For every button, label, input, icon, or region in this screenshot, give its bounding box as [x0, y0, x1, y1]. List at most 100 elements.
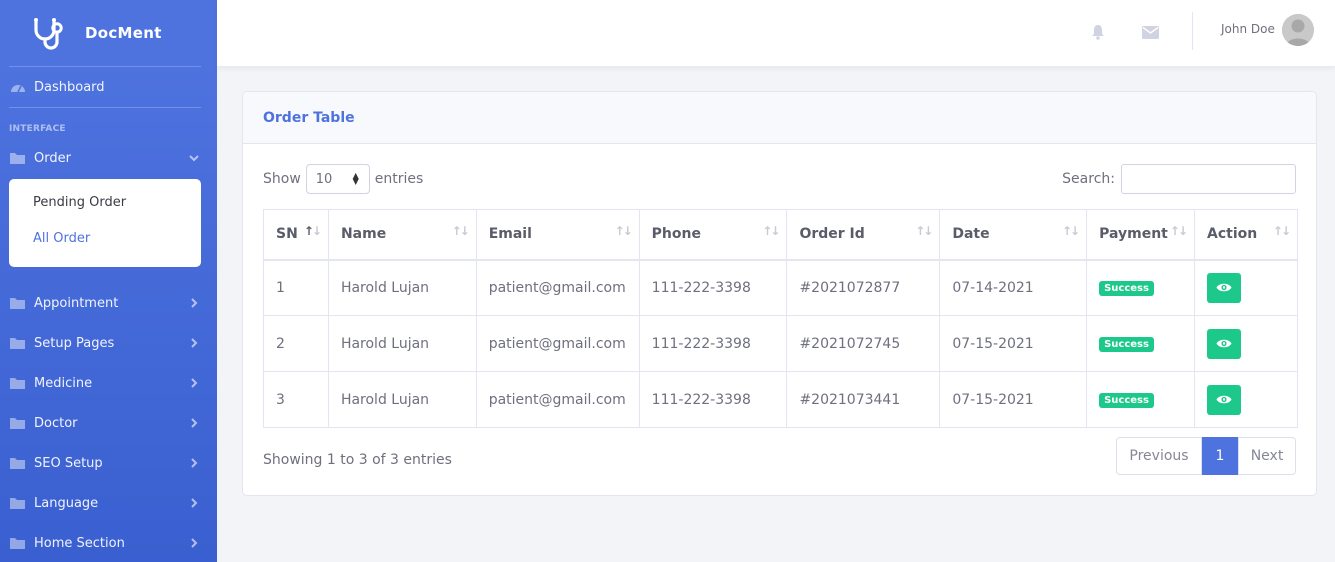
view-button[interactable] — [1207, 272, 1242, 303]
column-label: Phone — [651, 226, 701, 243]
orders-table: SN ↑↓ Name ↑↓ Email ↑↓ Phone ↑↓ Order Id ↑↓ D… — [263, 209, 1298, 428]
entries-label: entries — [374, 171, 424, 187]
cell-action — [1194, 315, 1298, 372]
sidebar-item-doctor[interactable]: Doctor — [0, 403, 217, 443]
chevron-right-icon — [191, 498, 198, 508]
sort-icon: ↑↓ — [614, 224, 633, 238]
sidebar-item-dashboard[interactable]: Dashboard — [0, 67, 217, 107]
column-label: Date — [952, 226, 990, 243]
folder-icon — [10, 297, 26, 309]
user-name[interactable]: John Doe — [1221, 22, 1275, 36]
cell-name: Harold Lujan — [327, 315, 477, 372]
folder-icon — [10, 537, 26, 549]
submenu-item-all-order[interactable]: All Order — [9, 223, 201, 259]
brand-name: DocMent — [85, 24, 162, 42]
column-header-date[interactable]: Date ↑↓ — [939, 209, 1088, 261]
sidebar-item-home-section[interactable]: Home Section — [0, 523, 217, 562]
sidebar-item-appointment[interactable]: Appointment — [0, 283, 217, 323]
cell-sn: 1 — [263, 259, 329, 316]
cell-date: 07-14-2021 — [939, 259, 1088, 316]
column-header-action[interactable]: Action ↑↓ — [1194, 209, 1298, 261]
select-caret-icon: ▲ ▼ — [352, 171, 359, 186]
sidebar-item-label: Doctor — [34, 415, 78, 431]
pagination: Previous 1 Next — [1116, 437, 1296, 475]
sidebar-item-label: Language — [34, 495, 99, 511]
column-header-name[interactable]: Name ↑↓ — [327, 209, 477, 261]
envelope-icon[interactable] — [1140, 22, 1160, 42]
folder-icon — [10, 497, 26, 509]
order-submenu: Pending Order All Order — [9, 179, 201, 267]
sidebar-item-medicine[interactable]: Medicine — [0, 363, 217, 403]
folder-icon — [10, 337, 26, 349]
page-button-1[interactable]: 1 — [1202, 437, 1238, 475]
column-header-phone[interactable]: Phone ↑↓ — [638, 209, 788, 261]
column-label: Payment — [1099, 226, 1168, 243]
folder-icon — [10, 152, 26, 164]
cell-phone: 111-222-3398 — [638, 259, 788, 316]
next-button[interactable]: Next — [1238, 437, 1296, 475]
folder-icon — [10, 457, 26, 469]
column-header-email[interactable]: Email ↑↓ — [475, 209, 640, 261]
column-label: Email — [488, 226, 532, 243]
chevron-right-icon — [191, 418, 198, 428]
submenu-item-pending-order[interactable]: Pending Order — [9, 187, 201, 223]
sort-icon: ↑↓ — [762, 224, 780, 238]
sort-icon: ↑↓ — [1169, 224, 1188, 238]
eye-icon — [1216, 395, 1232, 404]
column-header-order-id[interactable]: Order Id ↑↓ — [786, 209, 941, 261]
sidebar-item-language[interactable]: Language — [0, 483, 217, 523]
view-button[interactable] — [1207, 328, 1242, 359]
status-badge: Success — [1099, 337, 1154, 352]
cell-payment: Success — [1086, 315, 1196, 372]
bell-icon[interactable] — [1088, 22, 1108, 42]
sidebar: DocMent Dashboard INTERFACE Order Pendin… — [0, 0, 217, 562]
table-info: Showing 1 to 3 of 3 entries — [263, 452, 452, 468]
cell-order-id: #2021073441 — [786, 371, 941, 428]
chevron-right-icon — [191, 458, 198, 468]
cell-order-id: #2021072745 — [786, 315, 941, 372]
cell-email: patient@gmail.com — [475, 259, 640, 316]
column-header-sn[interactable]: SN ↑↓ — [263, 209, 329, 261]
column-header-payment[interactable]: Payment ↑↓ — [1086, 209, 1196, 261]
sidebar-item-setup-pages[interactable]: Setup Pages — [0, 323, 217, 363]
column-label: Order Id — [799, 226, 865, 243]
sidebar-heading: INTERFACE — [9, 124, 66, 134]
search-input[interactable] — [1121, 164, 1296, 194]
cell-phone: 111-222-3398 — [638, 371, 788, 428]
sidebar-item-label: Home Section — [34, 535, 125, 551]
chevron-right-icon — [191, 538, 198, 548]
cell-phone: 111-222-3398 — [638, 315, 788, 372]
eye-icon — [1216, 339, 1232, 348]
search-label: Search: — [1062, 171, 1115, 187]
topbar-divider — [1192, 12, 1193, 50]
sidebar-item-label: SEO Setup — [34, 455, 103, 471]
table-header-row: SN ↑↓ Name ↑↓ Email ↑↓ Phone ↑↓ Order Id ↑↓ D… — [263, 209, 1298, 261]
sidebar-item-label: Order — [34, 150, 71, 166]
sort-icon: ↑↓ — [915, 224, 933, 238]
entries-select[interactable]: 10 ▲ ▼ — [305, 164, 370, 194]
status-badge: Success — [1099, 393, 1154, 408]
cell-date: 07-15-2021 — [939, 315, 1088, 372]
entries-length-control: Show 10 ▲ ▼ entries — [263, 164, 423, 194]
stethoscope-logo-icon — [34, 18, 63, 50]
folder-icon — [10, 417, 26, 429]
view-button[interactable] — [1207, 384, 1242, 415]
card-title: Order Table — [263, 109, 355, 126]
chevron-right-icon — [191, 378, 198, 388]
cell-email: patient@gmail.com — [475, 371, 640, 428]
previous-button[interactable]: Previous — [1116, 437, 1202, 475]
search-control: Search: — [1062, 164, 1296, 194]
sidebar-item-order[interactable]: Order — [0, 139, 217, 177]
cell-action — [1194, 259, 1298, 316]
table-row: 2 Harold Lujan patient@gmail.com 111-222… — [263, 315, 1298, 372]
table-row: 1 Harold Lujan patient@gmail.com 111-222… — [263, 259, 1298, 316]
sort-icon: ↑↓ — [451, 224, 470, 238]
cell-name: Harold Lujan — [327, 371, 477, 428]
entries-select-value: 10 — [315, 171, 333, 187]
chevron-right-icon — [191, 298, 198, 308]
folder-icon — [10, 377, 26, 389]
brand[interactable]: DocMent — [0, 0, 217, 66]
sidebar-item-seo-setup[interactable]: SEO Setup — [0, 443, 217, 483]
avatar[interactable] — [1282, 14, 1314, 46]
topbar: John Doe — [217, 0, 1335, 66]
